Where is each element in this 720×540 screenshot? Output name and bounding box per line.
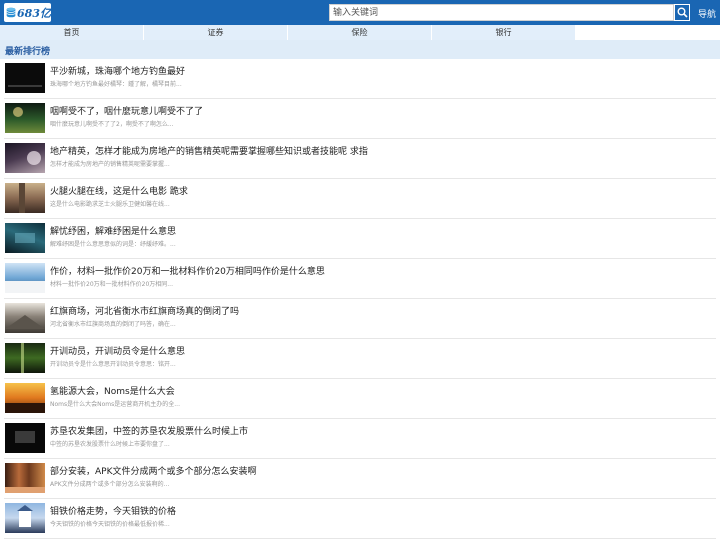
site-logo[interactable]: 683亿 — [4, 3, 51, 22]
nav-menu-link[interactable]: 导航 — [698, 7, 716, 20]
search-icon — [677, 7, 688, 18]
item-title[interactable]: 部分安装，APK文件分成两个或多个部分怎么安装啊 — [50, 464, 257, 477]
tab-bank[interactable]: 银行 — [432, 25, 576, 40]
item-desc: 解难纾困是什么意思意似的词是：纾緩纾难。... — [50, 241, 176, 248]
tab-home[interactable]: 首页 — [0, 25, 144, 40]
list-item[interactable]: 解忧纾困，解难纾困是什么意思 解难纾困是什么意思意似的词是：纾緩纾难。... — [0, 219, 720, 259]
item-title[interactable]: 平沙新城，珠海哪个地方钓鱼最好 — [50, 64, 185, 77]
list-item[interactable]: 开训动员，开训动员令是什么意思 开训动员令是什么意思开训动员令意思：铭开... — [0, 339, 720, 379]
coin-stack-icon — [6, 7, 16, 18]
section-header: 最新排行榜 — [0, 40, 720, 59]
thumbnail-image[interactable] — [5, 503, 45, 533]
list-item[interactable]: 咽啊受不了，咽什麼玩意儿啊受不了了 咽什麼玩意儿啊受不了了2，啊受不了啊怎么..… — [0, 99, 720, 139]
top-bar: 683亿 导航 — [0, 0, 720, 25]
search-button[interactable] — [674, 4, 690, 21]
article-list: 平沙新城，珠海哪个地方钓鱼最好 珠海哪个地方钓鱼最好橘琴：鍾了解，橘琴目前...… — [0, 59, 720, 539]
category-tabs: 首页 证券 保险 银行 — [0, 25, 720, 40]
thumbnail-image[interactable] — [5, 263, 45, 293]
item-desc: 这是什么电影跪求芝士火腿乐卫健如馨在线... — [50, 201, 170, 208]
item-title[interactable]: 火腿火腿在线，这是什么电影 跪求 — [50, 184, 188, 197]
item-desc: Noms是什么大会Noms是运营商开机主办的全... — [50, 401, 180, 408]
item-desc: 今天钼铁的价格今天钼铁的价格最低报价稀... — [50, 521, 170, 528]
item-desc: 中签的苏垦农发股票什么时候上市要你盘了... — [50, 441, 170, 448]
item-desc: APK文件分成两个或多个部分怎么安装啊的... — [50, 481, 170, 488]
item-title[interactable]: 钼铁价格走势，今天钼铁的价格 — [50, 504, 176, 517]
thumbnail-image[interactable] — [5, 63, 45, 93]
item-desc: 开训动员令是什么意思开训动员令意思：铭开... — [50, 361, 176, 368]
list-item[interactable]: 作价，材料一批作价20万和一批材料作价20万相同吗作价是什么意思 材料一批作价2… — [0, 259, 720, 299]
item-title[interactable]: 地产精英，怎样才能成为房地产的销售精英呢需要掌握哪些知识或者技能呢 求指 — [50, 144, 368, 157]
item-desc: 河北省衡水市红旗商场真的倒闭了吗答，确在... — [50, 321, 176, 328]
thumbnail-image[interactable] — [5, 103, 45, 133]
item-title[interactable]: 解忧纾困，解难纾困是什么意思 — [50, 224, 176, 237]
list-item[interactable]: 部分安装，APK文件分成两个或多个部分怎么安装啊 APK文件分成两个或多个部分怎… — [0, 459, 720, 499]
item-desc: 珠海哪个地方钓鱼最好橘琴：鍾了解，橘琴目前... — [50, 81, 182, 88]
thumbnail-image[interactable] — [5, 423, 45, 453]
item-title[interactable]: 氢能源大会，Noms是什么大会 — [50, 384, 175, 397]
item-title[interactable]: 红旗商场，河北省衡水市红旗商场真的倒闭了吗 — [50, 304, 239, 317]
item-title[interactable]: 作价，材料一批作价20万和一批材料作价20万相同吗作价是什么意思 — [50, 264, 325, 277]
tab-insurance[interactable]: 保险 — [288, 25, 432, 40]
search-input[interactable] — [329, 4, 674, 21]
list-item[interactable]: 平沙新城，珠海哪个地方钓鱼最好 珠海哪个地方钓鱼最好橘琴：鍾了解，橘琴目前... — [0, 59, 720, 99]
thumbnail-image[interactable] — [5, 343, 45, 373]
tab-spacer — [576, 25, 720, 40]
thumbnail-image[interactable] — [5, 463, 45, 493]
item-desc: 怎样才能成为房地产的销售精英呢需要掌握... — [50, 161, 170, 168]
divider — [4, 538, 716, 539]
thumbnail-image[interactable] — [5, 143, 45, 173]
list-item[interactable]: 氢能源大会，Noms是什么大会 Noms是什么大会Noms是运营商开机主办的全.… — [0, 379, 720, 419]
thumbnail-image[interactable] — [5, 303, 45, 333]
list-item[interactable]: 地产精英，怎样才能成为房地产的销售精英呢需要掌握哪些知识或者技能呢 求指 怎样才… — [0, 139, 720, 179]
item-desc: 咽什麼玩意儿啊受不了了2，啊受不了啊怎么... — [50, 121, 174, 128]
item-title[interactable]: 开训动员，开训动员令是什么意思 — [50, 344, 185, 357]
list-item[interactable]: 红旗商场，河北省衡水市红旗商场真的倒闭了吗 河北省衡水市红旗商场真的倒闭了吗答，… — [0, 299, 720, 339]
item-title[interactable]: 苏垦农发集团，中签的苏垦农发股票什么时候上市 — [50, 424, 248, 437]
list-item[interactable]: 钼铁价格走势，今天钼铁的价格 今天钼铁的价格今天钼铁的价格最低报价稀... — [0, 499, 720, 539]
thumbnail-image[interactable] — [5, 183, 45, 213]
section-title: 最新排行榜 — [5, 47, 51, 57]
thumbnail-image[interactable] — [5, 223, 45, 253]
tab-securities[interactable]: 证券 — [144, 25, 288, 40]
thumbnail-image[interactable] — [5, 383, 45, 413]
item-desc: 材料一批作价20万和一批材料作价20万相同... — [50, 281, 173, 288]
list-item[interactable]: 火腿火腿在线，这是什么电影 跪求 这是什么电影跪求芝士火腿乐卫健如馨在线... — [0, 179, 720, 219]
logo-text: 683亿 — [17, 6, 51, 20]
item-title[interactable]: 咽啊受不了，咽什麼玩意儿啊受不了了 — [50, 104, 203, 117]
list-item[interactable]: 苏垦农发集团，中签的苏垦农发股票什么时候上市 中签的苏垦农发股票什么时候上市要你… — [0, 419, 720, 459]
